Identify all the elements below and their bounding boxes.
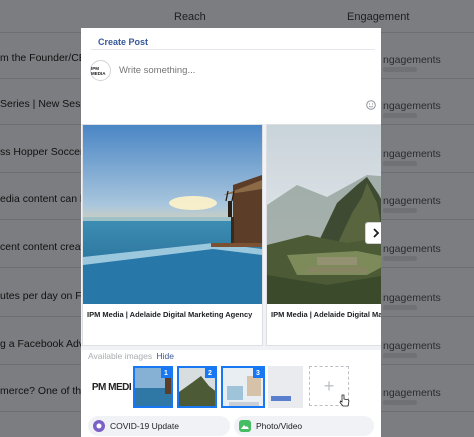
title-divider <box>91 49 375 50</box>
background-engagement-bar <box>383 208 417 213</box>
image-thumbnail[interactable]: 3 <box>221 366 265 408</box>
available-images-row: Available images Hide <box>88 351 174 361</box>
photo-video-button[interactable]: Photo/Video <box>234 416 374 436</box>
background-engagement-text: ngagements <box>383 292 441 304</box>
background-engagement-bar <box>383 113 417 118</box>
carousel-card[interactable]: IPM Media | Adelaide Digital Marketing A… <box>82 124 263 346</box>
thumbnail-badge: 1 <box>161 368 171 378</box>
post-composer-input[interactable] <box>119 65 359 76</box>
reach-column-header: Reach <box>174 11 206 23</box>
covid-update-button[interactable]: COVID-19 Update <box>88 416 230 436</box>
card-caption: IPM Media | Adelaide Digital Marketing A… <box>87 310 253 319</box>
emoji-icon[interactable] <box>366 100 376 110</box>
available-images-label: Available images <box>88 351 153 361</box>
background-engagement-text: ngagements <box>383 54 441 66</box>
carousel-next-button[interactable] <box>365 222 381 244</box>
logo-thumbnail[interactable]: PM MEDI <box>88 366 135 408</box>
modal-title: Create Post <box>98 37 149 47</box>
background-engagement-text: ngagements <box>383 195 441 207</box>
background-engagement-text: ngagements <box>383 148 441 160</box>
create-post-modal: Create Post IPM MEDIA Write something...… <box>81 28 381 437</box>
image-thumbnail-blank[interactable] <box>268 366 303 408</box>
machu-picchu-photo <box>267 125 381 304</box>
image-thumbnail[interactable]: 1 <box>133 366 173 408</box>
card-caption: IPM Media | Adelaide Digital Marketing A… <box>271 310 381 319</box>
thumbnail-badge: 3 <box>253 368 263 378</box>
background-engagement-text: ngagements <box>383 243 441 255</box>
background-engagement-text: ngagements <box>383 387 441 399</box>
background-engagement-bar <box>383 305 417 310</box>
pointer-cursor-icon <box>339 394 350 407</box>
photo-video-icon <box>239 420 251 432</box>
background-engagement-text: ngagements <box>383 340 441 352</box>
background-engagement-bar <box>383 400 417 405</box>
image-carousel: IPM Media | Adelaide Digital Marketing A… <box>81 124 381 350</box>
covid-label: COVID-19 Update <box>110 421 179 431</box>
upload-progress-bar <box>271 396 291 401</box>
background-engagement-bar <box>383 353 417 358</box>
background-engagement-bar <box>383 67 417 72</box>
thumbnail-badge: 2 <box>205 368 215 378</box>
chevron-right-icon <box>373 228 380 238</box>
photo-video-label: Photo/Video <box>256 421 303 431</box>
image-thumbnail[interactable]: 2 <box>177 366 217 408</box>
engagement-column-header: Engagement <box>347 11 410 23</box>
background-engagement-bar <box>383 161 417 166</box>
hide-link[interactable]: Hide <box>156 351 173 361</box>
covid-icon <box>93 420 105 432</box>
background-engagement-text: ngagements <box>383 100 441 112</box>
carousel-card[interactable]: IPM Media | Adelaide Digital Marketing A… <box>266 124 381 346</box>
background-engagement-bar <box>383 256 417 261</box>
sunset-pool-photo <box>83 125 262 304</box>
page-avatar: IPM MEDIA <box>90 60 111 81</box>
